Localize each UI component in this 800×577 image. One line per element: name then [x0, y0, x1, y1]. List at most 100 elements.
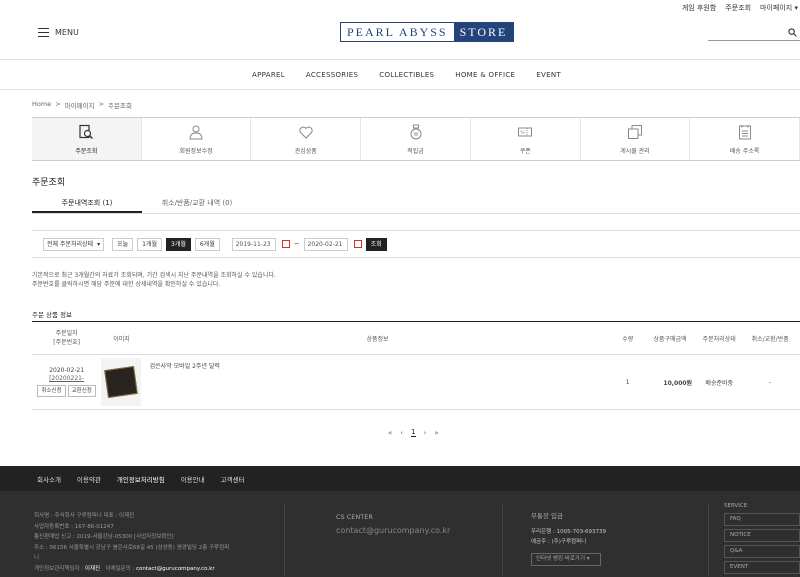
top-utility-links: 게임 후원함 주문조회 마이페이지 ▾	[682, 3, 798, 13]
order-status: 배송준비중	[705, 379, 734, 387]
period-today-button[interactable]: 오늘	[112, 237, 134, 251]
tab-cancel-history[interactable]: 취소/반품/교환 내역 (0)	[142, 193, 252, 213]
order-cancel-status: -	[769, 378, 772, 386]
mypage-menu: 주문조회 회원정보수정 관심상품 W 적립금 % 쿠폰 게시물 관리 배송 주소…	[32, 117, 800, 161]
coin-bag-icon: W	[410, 124, 422, 139]
footer-link-privacy[interactable]: 개인정보처리방침	[117, 474, 165, 484]
date-to-field[interactable]: 2020-02-21	[303, 237, 348, 251]
service-qna[interactable]: Q&A	[724, 545, 800, 558]
company-info-line: 회사명 : 주식회사 구루컴퍼니 대표 : 이재진	[34, 513, 135, 519]
mymenu-label: 게시물 관리	[620, 147, 650, 155]
page-next-button[interactable]: ›	[424, 429, 427, 437]
col-product-info: 상품정보	[366, 335, 389, 343]
search-button[interactable]: 조회	[365, 237, 387, 251]
date-from-field[interactable]: 2019-11-23	[231, 237, 276, 251]
site-logo[interactable]: PEARL ABYSS STORE	[340, 22, 515, 42]
col-order-date: 주문일자 [주문번호]	[53, 330, 81, 346]
breadcrumb-sep: >	[55, 100, 61, 108]
breadcrumb-home[interactable]: Home	[32, 100, 51, 110]
mymenu-profile[interactable]: 회원정보수정	[142, 118, 252, 160]
status-select[interactable]: 전체 주문처리상태 ▾	[43, 237, 105, 251]
mymenu-coupon[interactable]: % 쿠폰	[471, 118, 581, 160]
service-faq[interactable]: FAQ	[724, 513, 800, 526]
product-section-title: 주문 상품 정보	[32, 311, 73, 319]
mymenu-label: 쿠폰	[519, 147, 531, 155]
nav-apparel[interactable]: APPAREL	[252, 71, 285, 79]
mymenu-posts[interactable]: 게시물 관리	[581, 118, 691, 160]
date-separator: ~	[293, 240, 300, 248]
internet-banking-select[interactable]: 인터넷 뱅킹 바로가기 ▾	[531, 553, 601, 566]
chevron-down-icon: ▾	[97, 240, 101, 248]
logo-text-left: PEARL ABYSS	[347, 25, 448, 39]
notice-text: 기본적으로 최근 3개월간의 자료가 조회되며, 기간 검색시 지난 주문내역을…	[32, 271, 276, 289]
posts-icon	[627, 124, 642, 139]
company-contact-line: 개인정보관리책임자 : 이재진 이메일문의 : contact@gurucomp…	[34, 564, 264, 575]
product-name-link[interactable]: 검은사막 모바일 2주년 달력	[150, 363, 220, 370]
exchange-request-button[interactable]: 교환신청	[67, 385, 96, 397]
footer-link-support[interactable]: 고객센터	[221, 474, 245, 484]
page-prev-button[interactable]: ‹	[400, 429, 403, 437]
mymenu-wishlist[interactable]: 관심상품	[251, 118, 362, 160]
page-first-button[interactable]: «	[388, 429, 392, 437]
col-price: 상품구매금액	[653, 335, 687, 343]
nav-home-office[interactable]: HOME & OFFICE	[455, 71, 515, 79]
order-number-link[interactable]: [20200221-	[32, 375, 101, 383]
order-tabs: 주문내역조회 (1) 취소/반품/교환 내역 (0)	[32, 193, 800, 214]
col-cancel: 취소/교환/반품	[751, 335, 789, 343]
nav-event[interactable]: EVENT	[536, 71, 561, 79]
footer-link-terms[interactable]: 이용약관	[77, 474, 101, 484]
coupon-icon: %	[518, 127, 533, 136]
bank-info: 무통장 입금 우리은행 : 1005-703-693739 예금주 : (주)구…	[531, 511, 606, 566]
service-title: SERVICE	[724, 503, 748, 509]
company-info-line: 사업자등록번호 : 167-86-01247	[34, 523, 114, 530]
service-event[interactable]: EVENT	[724, 561, 800, 574]
period-3m-button[interactable]: 3개월	[166, 237, 191, 251]
mymenu-points[interactable]: W 적립금	[361, 118, 471, 160]
period-6m-button[interactable]: 6개월	[194, 237, 220, 251]
menu-button[interactable]: MENU	[38, 28, 79, 37]
logo-text-right: STORE	[453, 23, 514, 41]
period-1m-button[interactable]: 1개월	[137, 237, 162, 251]
page-number-current[interactable]: 1	[411, 428, 416, 437]
search-icon[interactable]	[788, 28, 797, 37]
service-notice[interactable]: NOTICE	[724, 529, 800, 542]
privacy-officer-name: 이재진	[84, 565, 101, 572]
footer-divider	[708, 504, 709, 576]
order-table: 주문일자 [주문번호] 이미지 상품정보 수량 상품구매금액 주문처리상태 취소…	[32, 321, 800, 410]
col-qty: 수량	[622, 335, 634, 343]
mymenu-label: 적립금	[407, 147, 424, 155]
col-status: 주문처리상태	[702, 335, 736, 343]
order-filter: 전체 주문처리상태 ▾ 오늘 1개월 3개월 6개월 2019-11-23 ~ 2…	[32, 230, 800, 258]
cs-email[interactable]: contact@gurucompany.co.kr	[336, 526, 450, 535]
nav-collectibles[interactable]: COLLECTIBLES	[379, 71, 434, 79]
link-order-lookup[interactable]: 주문조회	[725, 3, 751, 13]
breadcrumb: Home > 마이페이지 > 주문조회	[32, 100, 132, 110]
inquiry-email[interactable]: contact@gurucompany.co.kr	[136, 566, 215, 572]
footer-link-guide[interactable]: 이용안내	[181, 474, 205, 484]
search-input[interactable]	[708, 28, 800, 41]
calendar-icon[interactable]	[281, 240, 290, 248]
page-last-button[interactable]: »	[434, 429, 438, 437]
bank-account: 우리은행 : 1005-703-693739	[531, 529, 607, 535]
mymenu-label: 회원정보수정	[179, 147, 213, 155]
footer-divider	[502, 504, 503, 576]
link-mypage[interactable]: 마이페이지 ▾	[760, 3, 798, 13]
mymenu-address[interactable]: 배송 주소록	[690, 118, 800, 160]
link-game-support[interactable]: 게임 후원함	[682, 3, 716, 13]
tab-order-history[interactable]: 주문내역조회 (1)	[32, 193, 142, 213]
privacy-officer-label: 개인정보관리책임자 :	[34, 565, 85, 572]
nav-accessories[interactable]: ACCESSORIES	[306, 71, 358, 79]
breadcrumb-mypage[interactable]: 마이페이지	[65, 100, 95, 110]
company-info-line: 니	[34, 555, 40, 561]
pagination: « ‹ 1 › »	[388, 428, 439, 437]
mymenu-orders[interactable]: 주문조회	[32, 118, 142, 160]
status-select-value: 전체 주문처리상태	[47, 240, 94, 248]
calendar-icon[interactable]	[353, 240, 362, 248]
order-qty: 1	[625, 378, 630, 386]
product-thumbnail[interactable]	[101, 358, 142, 406]
heart-icon	[299, 126, 313, 139]
table-row: 2020-02-21 [20200221- 취소신청 교환신청 검은사막 모바일 …	[32, 355, 800, 410]
footer-link-about[interactable]: 회사소개	[37, 474, 61, 484]
mymenu-label: 배송 주소록	[729, 147, 760, 155]
cancel-request-button[interactable]: 취소신청	[37, 385, 66, 397]
